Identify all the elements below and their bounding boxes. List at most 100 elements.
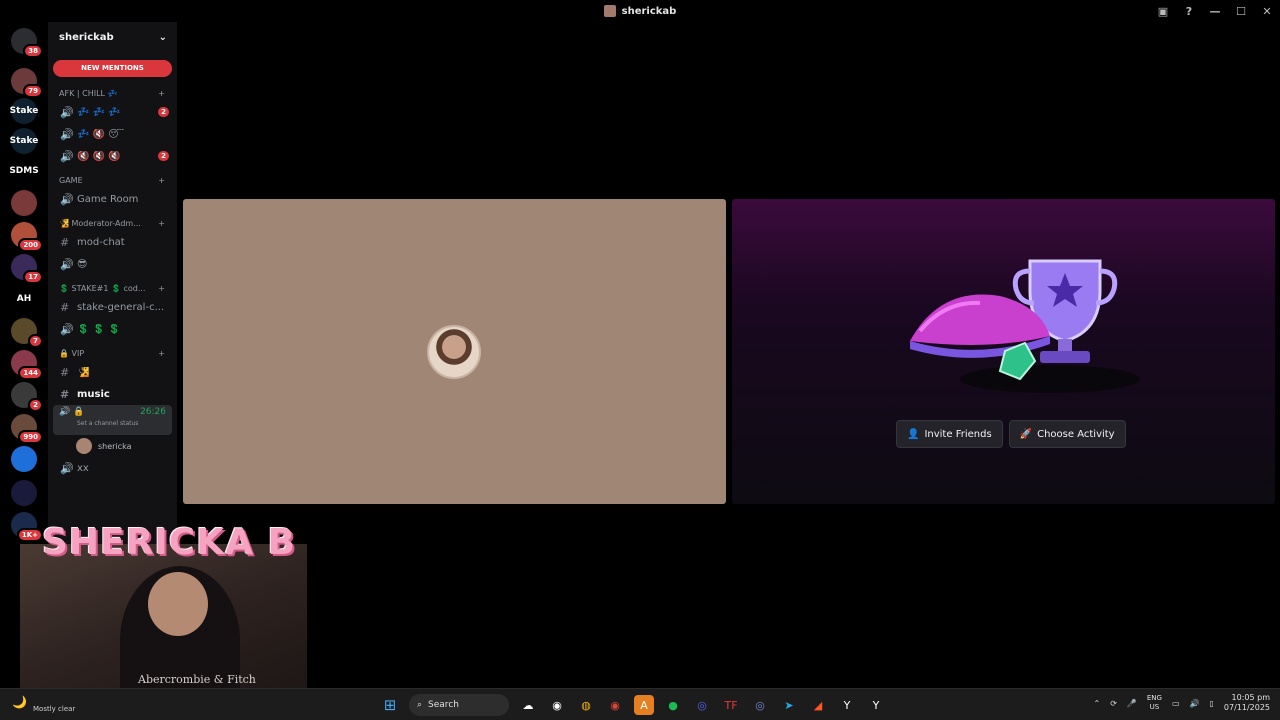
channel-label: Game Room	[77, 193, 139, 205]
mention-badge: 990	[18, 430, 43, 444]
channel-stake-voice[interactable]: 🔊 💲 💲 💲	[48, 318, 177, 340]
battery-icon[interactable]: ▯	[1209, 699, 1213, 708]
mention-badge: 2	[158, 107, 169, 117]
channel-label: 😎	[77, 258, 88, 270]
category-label: 🧏 Moderator-Adm...	[59, 218, 141, 228]
app-avatar-icon	[603, 5, 616, 17]
clock[interactable]: 10:05 pm 07/11/2025	[1224, 693, 1270, 713]
add-user-icon: 👤	[907, 428, 920, 440]
server-label: Stake	[9, 136, 39, 146]
app-icon[interactable]: ◎	[750, 695, 770, 715]
chrome-icon[interactable]: ◉	[605, 695, 625, 715]
server-icon-server-8[interactable]: 17	[11, 254, 43, 284]
choose-activity-button[interactable]: 🚀 Choose Activity	[1008, 420, 1126, 448]
network-icon[interactable]: ▭	[1172, 699, 1180, 708]
add-channel-icon[interactable]: +	[158, 176, 165, 185]
app-icon[interactable]: ◢	[808, 695, 828, 715]
server-icon-server-14[interactable]	[11, 446, 37, 472]
server-icon-stake-1[interactable]: Stake	[10, 98, 38, 124]
channel-vip-text[interactable]: # 🧏	[48, 361, 177, 383]
server-icon-sdms[interactable]: SDMS	[9, 158, 39, 184]
video-tile[interactable]	[183, 199, 726, 504]
channel-label: 💲 💲 💲	[77, 323, 121, 335]
microphone-icon[interactable]: 🎤	[1127, 699, 1137, 708]
category-moderator[interactable]: 🧏 Moderator-Adm... +	[48, 215, 177, 231]
add-channel-icon[interactable]: +	[158, 89, 165, 98]
server-icon-server-2[interactable]: 79	[11, 68, 43, 98]
help-icon[interactable]: ?	[1176, 5, 1202, 18]
mention-badge: 2	[28, 398, 43, 412]
weather-text[interactable]: Mostly clear	[33, 705, 75, 713]
chrome-icon[interactable]: ◍	[576, 695, 596, 715]
app-icon[interactable]: ⟳	[1110, 699, 1117, 708]
speaker-icon: 🔊	[60, 127, 74, 141]
server-icon-ah[interactable]: AH	[11, 286, 37, 312]
member-name: shericka	[98, 441, 132, 451]
app-icon[interactable]: Y	[837, 695, 857, 715]
category-stake[interactable]: 💲 STAKE#1 💲 cod... +	[48, 280, 177, 296]
add-channel-icon[interactable]: +	[158, 284, 165, 293]
channel-label: 🔇 🔇 🔇	[77, 150, 121, 162]
add-channel-icon[interactable]: +	[158, 219, 165, 228]
channel-music[interactable]: # music	[48, 383, 177, 405]
channel-afk-2[interactable]: 🔊 💤 🔇 😴	[48, 123, 177, 145]
channel-game-room[interactable]: 🔊 Game Room	[48, 188, 177, 210]
category-vip[interactable]: 🔒 VIP +	[48, 345, 177, 361]
chevron-up-icon[interactable]: ⌃	[1093, 699, 1100, 708]
server-icon-server-6[interactable]	[11, 190, 37, 216]
speaker-icon: 🔊	[59, 407, 71, 417]
server-icon-stake-2[interactable]: Stake	[9, 128, 39, 154]
speaker-icon: 🔊	[60, 105, 74, 119]
server-icon-server-12[interactable]: 2	[11, 382, 43, 412]
category-label: 💲 STAKE#1 💲 cod...	[59, 283, 146, 293]
channel-afk-1[interactable]: 🔊 💤 💤 💤 2	[48, 101, 177, 123]
minimize-button[interactable]: —	[1202, 5, 1228, 18]
category-afk[interactable]: AFK | CHILL 💤 +	[48, 85, 177, 101]
channel-label: stake-general-c...	[77, 301, 165, 313]
server-icon-discord-home[interactable]: 38	[11, 28, 43, 58]
set-channel-status[interactable]: Set a channel status	[77, 420, 166, 427]
language-indicator[interactable]: ENG US	[1147, 694, 1162, 712]
channel-afk-3[interactable]: 🔊 🔇 🔇 🔇 2	[48, 145, 177, 167]
server-icon-server-13[interactable]: 990	[11, 414, 43, 444]
server-icon-server-11[interactable]: 144	[11, 350, 43, 380]
server-icon-server-15[interactable]	[11, 480, 37, 506]
channel-label: 💤 💤 💤	[77, 106, 121, 118]
server-icon-server-7[interactable]: 200	[11, 222, 43, 252]
channel-label: 🧏	[77, 366, 90, 378]
server-icon-server-16[interactable]: 1K+	[11, 512, 43, 542]
hash-icon: #	[60, 365, 70, 379]
new-mentions-button[interactable]: NEW MENTIONS	[53, 60, 172, 77]
activity-tile: 👤 Invite Friends 🚀 Choose Activity	[732, 199, 1275, 504]
widgets-icon[interactable]: ☁	[518, 695, 538, 715]
spotify-icon[interactable]: ●	[663, 695, 683, 715]
close-button[interactable]: ✕	[1254, 5, 1280, 18]
discord-icon[interactable]: ◎	[692, 695, 712, 715]
channel-mod-chat[interactable]: # mod-chat	[48, 231, 177, 253]
window-title: sherickab	[621, 5, 677, 17]
search-box[interactable]: ⌕ Search	[409, 694, 509, 716]
app-icon[interactable]: A	[634, 695, 654, 715]
app-icon[interactable]: Y	[866, 695, 886, 715]
maximize-button[interactable]: ☐	[1228, 5, 1254, 18]
server-header[interactable]: sherickab ⌄	[48, 22, 177, 52]
telegram-icon[interactable]: ➤	[779, 695, 799, 715]
add-channel-icon[interactable]: +	[158, 349, 165, 358]
channel-mod-voice[interactable]: 🔊 😎	[48, 253, 177, 275]
category-game[interactable]: GAME +	[48, 172, 177, 188]
channel-xx[interactable]: 🔊 xx	[48, 457, 177, 479]
app-icon[interactable]: TF	[721, 695, 741, 715]
app-icon[interactable]: ◉	[547, 695, 567, 715]
mention-badge: 79	[23, 84, 43, 98]
inbox-icon[interactable]: ▣	[1150, 5, 1176, 18]
title-bar: sherickab ▣ ? — ☐ ✕	[0, 0, 1280, 22]
voice-member[interactable]: shericka	[48, 435, 177, 457]
channel-locked-voice[interactable]: 🔊 🔒 26:26 Set a channel status	[53, 405, 172, 435]
server-icon-server-10[interactable]: 7	[11, 318, 43, 348]
invite-friends-button[interactable]: 👤 Invite Friends	[896, 420, 1003, 448]
windows-start-icon[interactable]: ⊞	[380, 695, 400, 715]
volume-icon[interactable]: 🔊	[1190, 699, 1200, 708]
speaker-icon: 🔊	[60, 322, 74, 336]
search-icon: ⌕	[417, 700, 423, 710]
channel-stake-general[interactable]: # stake-general-c...	[48, 296, 177, 318]
